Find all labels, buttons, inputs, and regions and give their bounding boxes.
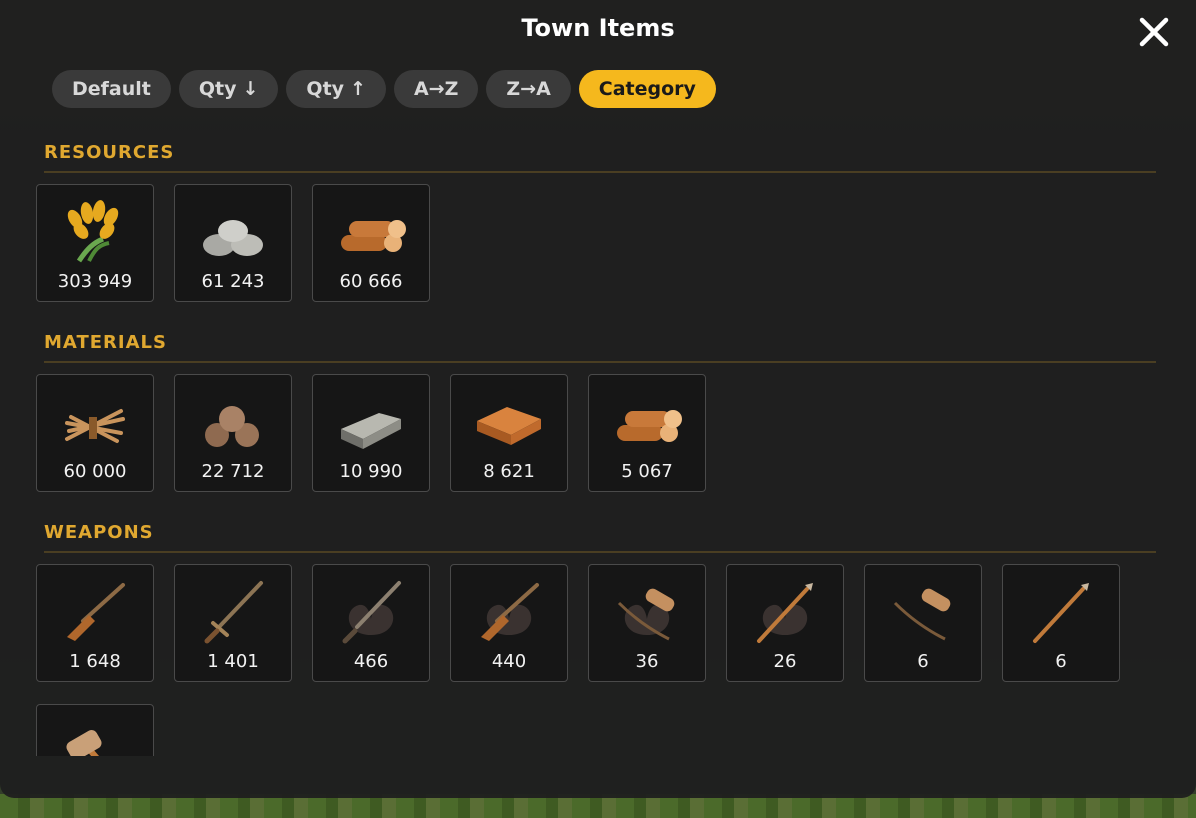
- iron-ingot-icon: [341, 413, 401, 449]
- item-tile-cut-logs[interactable]: 5 067: [588, 374, 706, 492]
- item-quantity: 6: [917, 651, 929, 672]
- close-icon: [1139, 17, 1169, 47]
- sort-bar: Default Qty ↓ Qty ↑ A→Z Z→A Category: [52, 70, 716, 108]
- planks-icon: [477, 407, 541, 445]
- item-tile-sword-tier2[interactable]: 466: [312, 564, 430, 682]
- item-tile-wheat[interactable]: 303 949: [36, 184, 154, 302]
- item-quantity: 5 067: [621, 461, 673, 482]
- sort-z-a-button[interactable]: Z→A: [486, 70, 571, 108]
- close-button[interactable]: [1134, 12, 1174, 52]
- weapons-overflow-row: [36, 704, 156, 756]
- wheat-icon: [67, 200, 119, 263]
- sort-category-button[interactable]: Category: [578, 70, 716, 108]
- sort-category-label: Category: [598, 78, 696, 100]
- sort-a-z-button[interactable]: A→Z: [393, 70, 479, 108]
- town-items-panel: Town Items Default Qty ↓ Qty ↑ A→Z Z→A C…: [0, 0, 1196, 798]
- spear-icon: [1033, 583, 1089, 643]
- item-tile-iron[interactable]: 10 990: [312, 374, 430, 492]
- section-title-weapons: WEAPONS: [44, 522, 1156, 553]
- arrow-down-icon: ↓: [242, 78, 259, 100]
- item-tile-bow[interactable]: 36: [588, 564, 706, 682]
- item-tile-sticks[interactable]: 60 000: [36, 374, 154, 492]
- item-tile-ore[interactable]: 22 712: [174, 374, 292, 492]
- item-tile-spear[interactable]: 26: [726, 564, 844, 682]
- wood-logs-icon: [341, 220, 406, 252]
- item-tile-bow-tier2[interactable]: 6: [864, 564, 982, 682]
- sort-z-a-label: Z→A: [506, 78, 551, 100]
- item-quantity: 303 949: [57, 271, 133, 292]
- item-quantity: 466: [353, 651, 389, 672]
- section-title-materials: MATERIALS: [44, 332, 1156, 363]
- item-quantity: 1 648: [69, 651, 121, 672]
- sort-qty-asc-button[interactable]: Qty ↑: [286, 70, 386, 108]
- musket-icon: [481, 583, 539, 641]
- cut-logs-icon: [617, 410, 682, 442]
- item-quantity: 61 243: [201, 271, 265, 292]
- arrow-up-icon: ↑: [350, 78, 366, 100]
- item-tile-musket-tier2[interactable]: 440: [450, 564, 568, 682]
- sort-default-label: Default: [72, 78, 151, 100]
- resources-grid: 303 949 61 243 60 666: [36, 184, 430, 302]
- musket-icon: [67, 583, 125, 641]
- sort-qty-asc-label: Qty: [306, 78, 345, 100]
- sort-qty-desc-label: Qty: [198, 78, 237, 100]
- item-quantity: 26: [773, 651, 797, 672]
- sword-icon: [204, 581, 263, 644]
- item-quantity: 10 990: [339, 461, 403, 482]
- item-quantity: 36: [635, 651, 659, 672]
- ore-pile-icon: [205, 406, 259, 447]
- item-tile-stone[interactable]: 61 243: [174, 184, 292, 302]
- weapons-grid: 1 648 1 401 466 440 36 26 6 6: [36, 564, 1120, 682]
- item-quantity: 60 666: [339, 271, 403, 292]
- panel-title: Town Items: [521, 14, 675, 42]
- item-tile-spear-tier2[interactable]: 6: [1002, 564, 1120, 682]
- sort-qty-desc-button[interactable]: Qty ↓: [178, 70, 279, 108]
- sort-a-z-label: A→Z: [413, 78, 459, 100]
- item-tile-musket[interactable]: 1 648: [36, 564, 154, 682]
- item-tile-planks[interactable]: 8 621: [450, 374, 568, 492]
- hammer-icon: [66, 730, 102, 756]
- item-quantity: 6: [1055, 651, 1067, 672]
- stone-icon: [203, 220, 263, 256]
- item-quantity: 440: [491, 651, 527, 672]
- stick-bundle-icon: [65, 409, 125, 443]
- sort-default-button[interactable]: Default: [52, 70, 171, 108]
- item-tile-wood[interactable]: 60 666: [312, 184, 430, 302]
- sword-icon: [342, 581, 401, 644]
- item-quantity: 1 401: [207, 651, 259, 672]
- item-quantity: 8 621: [483, 461, 535, 482]
- item-quantity: 60 000: [63, 461, 127, 482]
- item-tile-hammer[interactable]: [36, 704, 154, 756]
- bow-quiver-icon: [617, 588, 675, 641]
- bow-quiver-icon: [893, 588, 951, 641]
- item-tile-sword[interactable]: 1 401: [174, 564, 292, 682]
- materials-grid: 60 000 22 712 10 990 8 621 5 067: [36, 374, 706, 492]
- spear-icon: [757, 583, 813, 643]
- section-title-resources: RESOURCES: [44, 142, 1156, 173]
- item-quantity: 22 712: [201, 461, 265, 482]
